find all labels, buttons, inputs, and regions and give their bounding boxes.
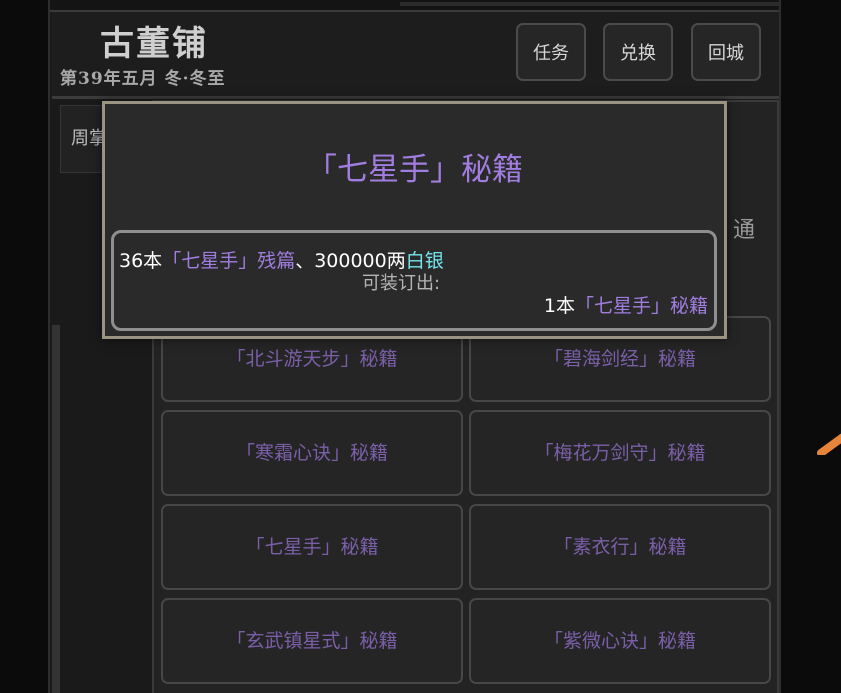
result-line: 1本「七星手」秘籍 (544, 291, 708, 318)
item-xuanwu-zhenxingshi[interactable]: 「玄武镇星式」秘籍 (161, 598, 463, 684)
cost-fragment: 「七星手」残篇 (162, 250, 296, 272)
item-suyixing[interactable]: 「素衣行」秘籍 (469, 504, 771, 590)
bind-label: 可装订出: (362, 273, 441, 294)
result-book: 「七星手」秘籍 (574, 295, 708, 317)
item-ziwei-xinjue[interactable]: 「紫微心诀」秘籍 (469, 598, 771, 684)
swipe-hint-stroke (817, 433, 841, 455)
category-label[interactable]: 通 (733, 212, 755, 244)
book-bind-popup[interactable]: 「七星手」秘籍 36本「七星手」残篇、300000两白银 可装订出: 1本「七星… (102, 101, 727, 339)
shop-header: 古董铺 第39年五月 冬·冬至 任务 兑换 回城 (52, 12, 779, 99)
item-meihua-wanjianshou[interactable]: 「梅花万剑守」秘籍 (469, 410, 771, 496)
return-city-button[interactable]: 回城 (691, 23, 761, 81)
top-progress-track (400, 2, 780, 6)
popup-title: 「七星手」秘籍 (306, 152, 523, 188)
item-qixingshou[interactable]: 「七星手」秘籍 (161, 504, 463, 590)
top-strip (50, 0, 780, 12)
exchange-button[interactable]: 兑换 (603, 23, 673, 81)
item-hanshuang-xinjue[interactable]: 「寒霜心诀」秘籍 (161, 410, 463, 496)
game-date: 第39年五月 冬·冬至 (60, 69, 226, 89)
cost-count: 36本 (119, 250, 163, 272)
shop-title: 古董铺 (100, 24, 208, 64)
bind-info-box: 36本「七星手」残篇、300000两白银 可装订出: 1本「七星手」秘籍 (111, 230, 717, 331)
result-count: 1本 (543, 295, 575, 317)
task-button[interactable]: 任务 (516, 23, 586, 81)
list-scrollbar[interactable] (52, 325, 60, 693)
